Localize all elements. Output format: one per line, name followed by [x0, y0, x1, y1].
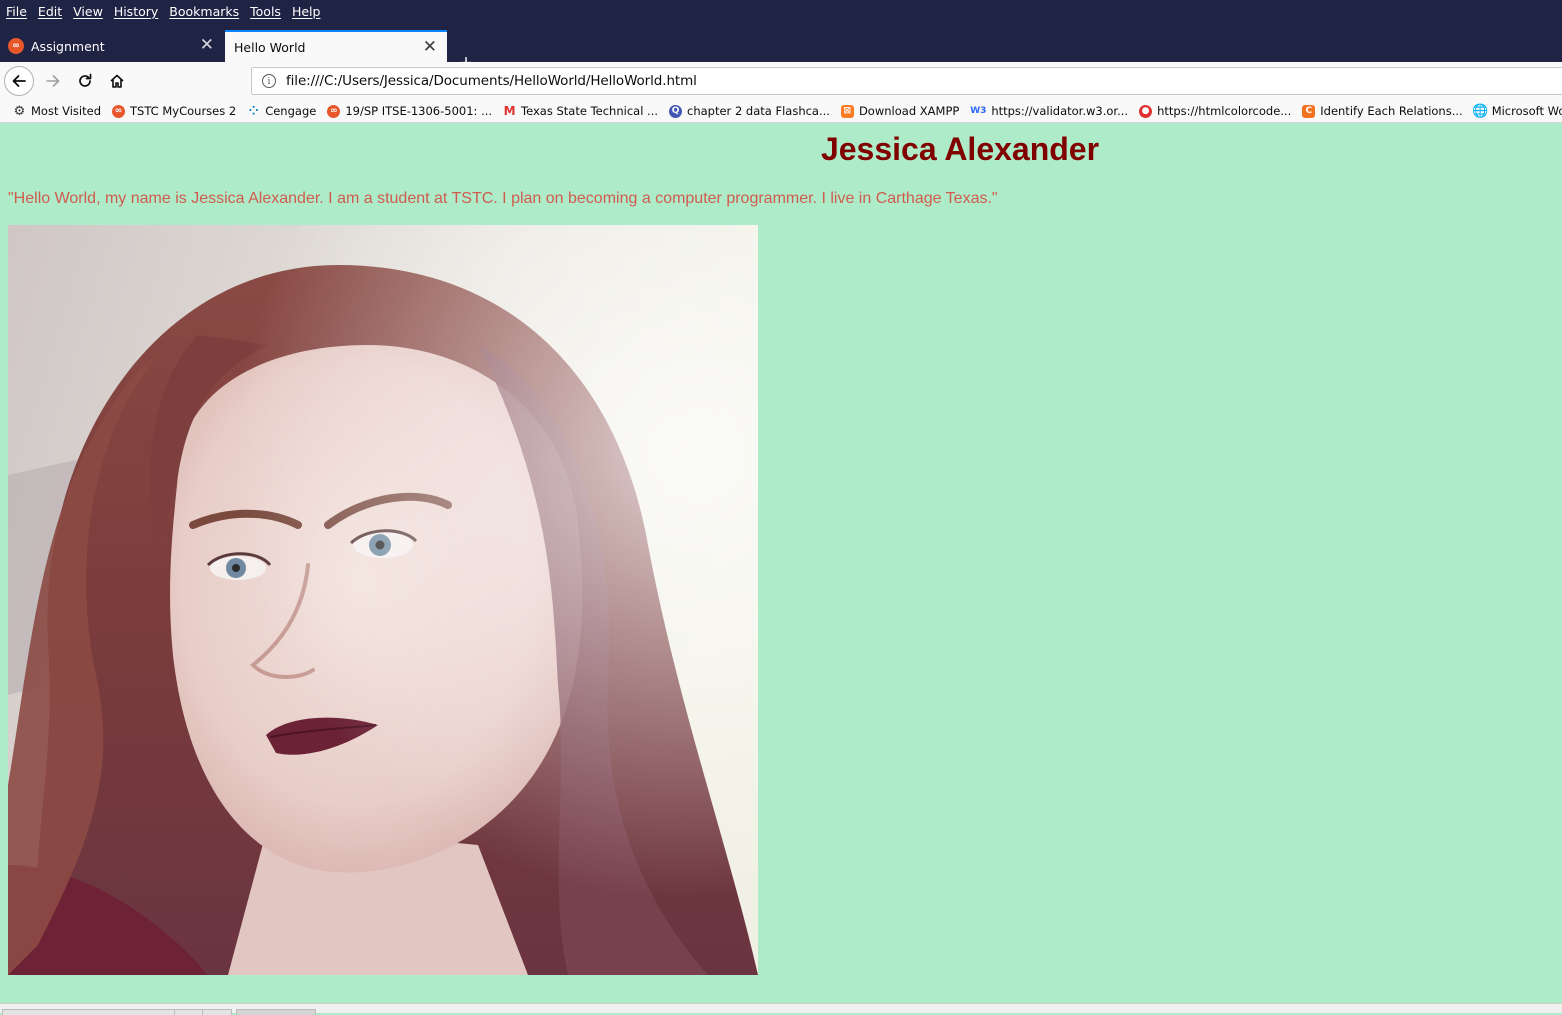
page-heading: Jessica Alexander	[820, 131, 1100, 167]
reload-icon	[79, 73, 92, 87]
gmail-icon: M	[503, 104, 516, 118]
globe-icon: 🌐	[1472, 103, 1489, 119]
close-tab-icon[interactable]: ✕	[423, 37, 437, 57]
intro-paragraph: "Hello World, my name is Jessica Alexand…	[8, 190, 998, 207]
bookmark-label: TSTC MyCourses 2	[130, 104, 237, 118]
status-segment	[202, 1009, 232, 1015]
navigation-toolbar: i file:///C:/Users/Jessica/Documents/Hel…	[0, 62, 1562, 100]
bookmark-itse-1306[interactable]: ∞ 19/SP ITSE-1306-5001: ...	[327, 104, 492, 118]
bookmark-identify-relations[interactable]: C Identify Each Relations...	[1302, 104, 1463, 118]
bookmark-xampp[interactable]: ⊠ Download XAMPP	[840, 104, 960, 118]
cengage-icon: ⁘	[248, 104, 259, 118]
status-segment	[174, 1009, 204, 1015]
arrow-right-icon	[46, 75, 60, 87]
close-tab-icon[interactable]: ✕	[200, 35, 214, 55]
bookmark-label: Texas State Technical ...	[521, 104, 659, 118]
colorcodes-icon: ●	[1139, 104, 1153, 118]
page-content: Jessica Alexander "Hello World, my name …	[0, 123, 1562, 1003]
bookmark-cengage[interactable]: ⁘ Cengage	[247, 104, 317, 118]
info-icon[interactable]: i	[262, 74, 276, 88]
tab-hello-world[interactable]: Hello World ✕	[225, 30, 447, 62]
blackboard-icon: ∞	[327, 104, 341, 118]
bookmark-quizlet[interactable]: Q chapter 2 data Flashca...	[669, 104, 830, 118]
bookmark-texas-state-technical[interactable]: M Texas State Technical ...	[503, 104, 658, 118]
bookmark-microsoft-word[interactable]: 🌐 Microsoft Word - Ex2_...	[1472, 103, 1562, 119]
menu-view[interactable]: View	[73, 4, 103, 19]
tab-strip: ∞ Assignment ✕ Hello World ✕ +	[0, 22, 1562, 74]
bookmark-label: https://validator.w3.or...	[991, 104, 1129, 118]
portrait-photo	[8, 225, 758, 975]
blackboard-icon: ∞	[8, 38, 24, 54]
status-segment	[2, 1009, 176, 1015]
menu-bookmarks[interactable]: Bookmarks	[169, 4, 239, 19]
bookmark-w3-validator[interactable]: W3 https://validator.w3.or...	[970, 104, 1128, 118]
bookmark-most-visited[interactable]: ⚙ Most Visited	[13, 103, 101, 119]
tab-assignment[interactable]: ∞ Assignment ✕	[0, 30, 224, 62]
w3c-icon: W3	[970, 106, 987, 116]
bookmark-label: chapter 2 data Flashca...	[687, 104, 830, 118]
menu-file[interactable]: File	[6, 4, 27, 19]
blackboard-icon: ∞	[112, 104, 125, 118]
bookmark-label: Microsoft Word - Ex2_...	[1491, 104, 1562, 118]
menu-bar: File Edit View History Bookmarks Tools H…	[0, 0, 1562, 22]
menu-history[interactable]: History	[114, 4, 158, 19]
back-button[interactable]	[4, 66, 34, 96]
reload-button[interactable]	[70, 66, 100, 96]
menu-tools[interactable]: Tools	[250, 4, 281, 19]
bookmarks-toolbar: ⚙ Most Visited ∞ TSTC MyCourses 2 ⁘ Ceng…	[0, 100, 1562, 123]
bookmark-label: Most Visited	[31, 104, 101, 118]
menu-edit[interactable]: Edit	[38, 4, 62, 19]
address-bar[interactable]: i file:///C:/Users/Jessica/Documents/Hel…	[251, 67, 1562, 95]
bookmark-label: Identify Each Relations...	[1320, 104, 1463, 118]
tab-label: Assignment	[31, 38, 105, 54]
bookmark-label: https://htmlcolorcode...	[1157, 104, 1292, 118]
gear-icon: ⚙	[13, 103, 26, 119]
bookmark-label: Cengage	[265, 104, 317, 118]
status-bar	[0, 1003, 1562, 1015]
arrow-left-icon	[12, 75, 26, 87]
xampp-icon: ⊠	[840, 104, 854, 118]
chegg-icon: C	[1302, 104, 1316, 118]
portrait-illustration	[8, 225, 758, 975]
home-button[interactable]	[102, 66, 132, 96]
bookmark-label: Download XAMPP	[858, 104, 960, 118]
status-segment	[236, 1009, 316, 1015]
quizlet-icon: Q	[669, 104, 683, 118]
tab-label: Hello World	[234, 39, 306, 55]
url-text: file:///C:/Users/Jessica/Documents/Hello…	[286, 73, 697, 89]
forward-button[interactable]	[38, 66, 68, 96]
bookmark-tstc-mycourses[interactable]: ∞ TSTC MyCourses 2	[112, 104, 236, 118]
home-icon	[110, 74, 124, 88]
bookmark-htmlcolorcodes[interactable]: ● https://htmlcolorcode...	[1139, 104, 1291, 118]
bookmark-label: 19/SP ITSE-1306-5001: ...	[345, 104, 493, 118]
menu-help[interactable]: Help	[292, 4, 321, 19]
